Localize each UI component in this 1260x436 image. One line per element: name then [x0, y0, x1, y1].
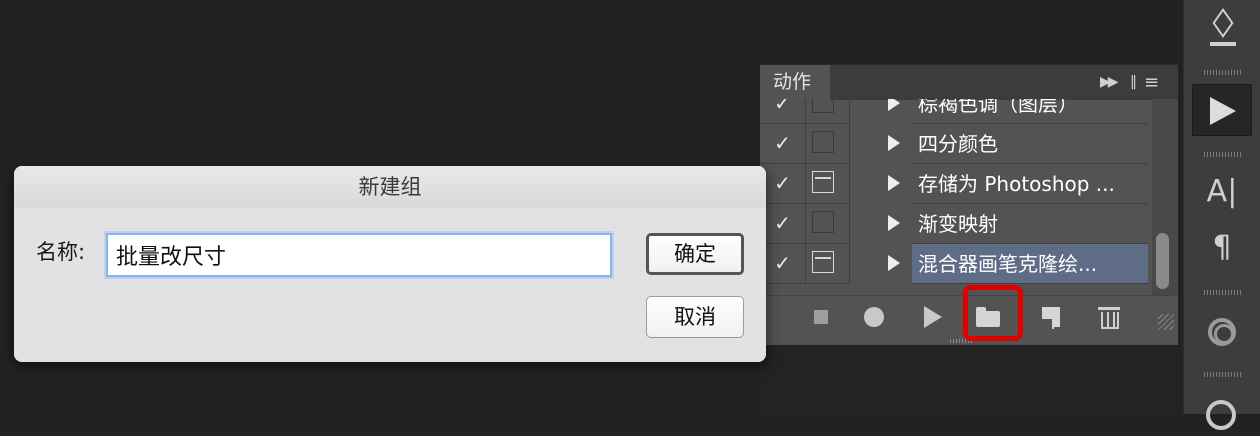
trash-icon[interactable] [1096, 304, 1122, 330]
double-chevron-right-icon[interactable]: ▶▶ [1100, 65, 1118, 100]
dock-grip[interactable] [1204, 152, 1242, 157]
resize-grip[interactable] [1158, 314, 1174, 330]
expand-triangle-icon[interactable] [888, 215, 900, 231]
panel-tab-bar: 动作 ▶▶ ‖ ≡ [760, 64, 1178, 100]
right-dock: A| ¶ [1183, 0, 1260, 430]
dialog-title: 新建组 [14, 166, 766, 209]
dialog-toggle[interactable] [806, 244, 850, 284]
actions-panel: 动作 ▶▶ ‖ ≡ ✓ 棕褐色调（图层） ✓ 四分颜色 ✓ 存储为 Photos… [760, 64, 1178, 414]
dialog-toggle[interactable] [806, 99, 850, 124]
clone-source-icon[interactable] [1192, 304, 1252, 356]
list-item[interactable]: ✓ 棕褐色调（图层） [760, 99, 1152, 124]
panel-footer-space [760, 345, 1178, 414]
dialog-toggle[interactable] [806, 204, 850, 244]
paragraph-icon[interactable]: ¶ [1192, 222, 1252, 274]
list-item[interactable]: ✓ 存储为 Photoshop ... [760, 164, 1152, 204]
cancel-button[interactable]: 取消 [646, 296, 744, 338]
new-group-dialog: 新建组 名称: 确定 取消 [14, 166, 766, 362]
dialog-body: 名称: 确定 取消 [14, 208, 766, 362]
dialog-toggle-icon [812, 171, 834, 193]
actions-play-icon[interactable] [1192, 84, 1252, 136]
dock-grip[interactable] [1204, 372, 1242, 377]
panel-divider: ‖ [1130, 74, 1137, 90]
new-action-icon[interactable] [1038, 304, 1064, 330]
tab-actions[interactable]: 动作 [760, 65, 830, 100]
creative-cloud-icon[interactable] [1192, 384, 1252, 436]
panel-menu-icon[interactable]: ≡ [1144, 65, 1159, 100]
scroll-thumb[interactable] [1156, 233, 1169, 289]
check-icon[interactable]: ✓ [760, 204, 806, 244]
expand-triangle-icon[interactable] [888, 175, 900, 191]
check-icon[interactable]: ✓ [760, 99, 806, 124]
dock-grip[interactable] [1204, 290, 1242, 295]
stop-icon[interactable] [808, 304, 834, 330]
action-name: 混合器画笔克隆绘... [912, 244, 1148, 284]
dialog-toggle[interactable] [806, 124, 850, 164]
3d-icon[interactable] [1192, 4, 1252, 56]
name-input[interactable] [106, 233, 612, 277]
check-icon[interactable]: ✓ [760, 164, 806, 204]
dialog-toggle-icon [812, 251, 834, 273]
character-icon[interactable]: A| [1192, 166, 1252, 218]
dock-grip[interactable] [1204, 70, 1242, 75]
list-item[interactable]: ✓ 渐变映射 [760, 204, 1152, 244]
check-icon[interactable]: ✓ [760, 124, 806, 164]
dialog-toggle-icon [812, 211, 834, 233]
dialog-toggle-icon [812, 99, 834, 113]
action-name: 存储为 Photoshop ... [912, 164, 1148, 204]
scrollbar[interactable] [1152, 99, 1178, 295]
play-icon[interactable] [918, 304, 944, 330]
name-label: 名称: [36, 240, 86, 264]
list-item[interactable]: ✓ 混合器画笔克隆绘... [760, 244, 1152, 284]
action-name: 四分颜色 [912, 124, 1148, 164]
dialog-toggle[interactable] [806, 164, 850, 204]
check-icon[interactable]: ✓ [760, 244, 806, 284]
action-name: 渐变映射 [912, 204, 1148, 244]
action-name: 棕褐色调（图层） [912, 99, 1148, 124]
expand-triangle-icon[interactable] [888, 99, 900, 111]
actions-list: ✓ 棕褐色调（图层） ✓ 四分颜色 ✓ 存储为 Photoshop ... ✓ … [760, 99, 1152, 295]
highlight-box [963, 285, 1023, 341]
expand-triangle-icon[interactable] [888, 135, 900, 151]
list-item[interactable]: ✓ 四分颜色 [760, 124, 1152, 164]
expand-triangle-icon[interactable] [888, 255, 900, 271]
record-icon[interactable] [861, 304, 887, 330]
dialog-toggle-icon [812, 131, 834, 153]
ok-button[interactable]: 确定 [646, 233, 744, 275]
